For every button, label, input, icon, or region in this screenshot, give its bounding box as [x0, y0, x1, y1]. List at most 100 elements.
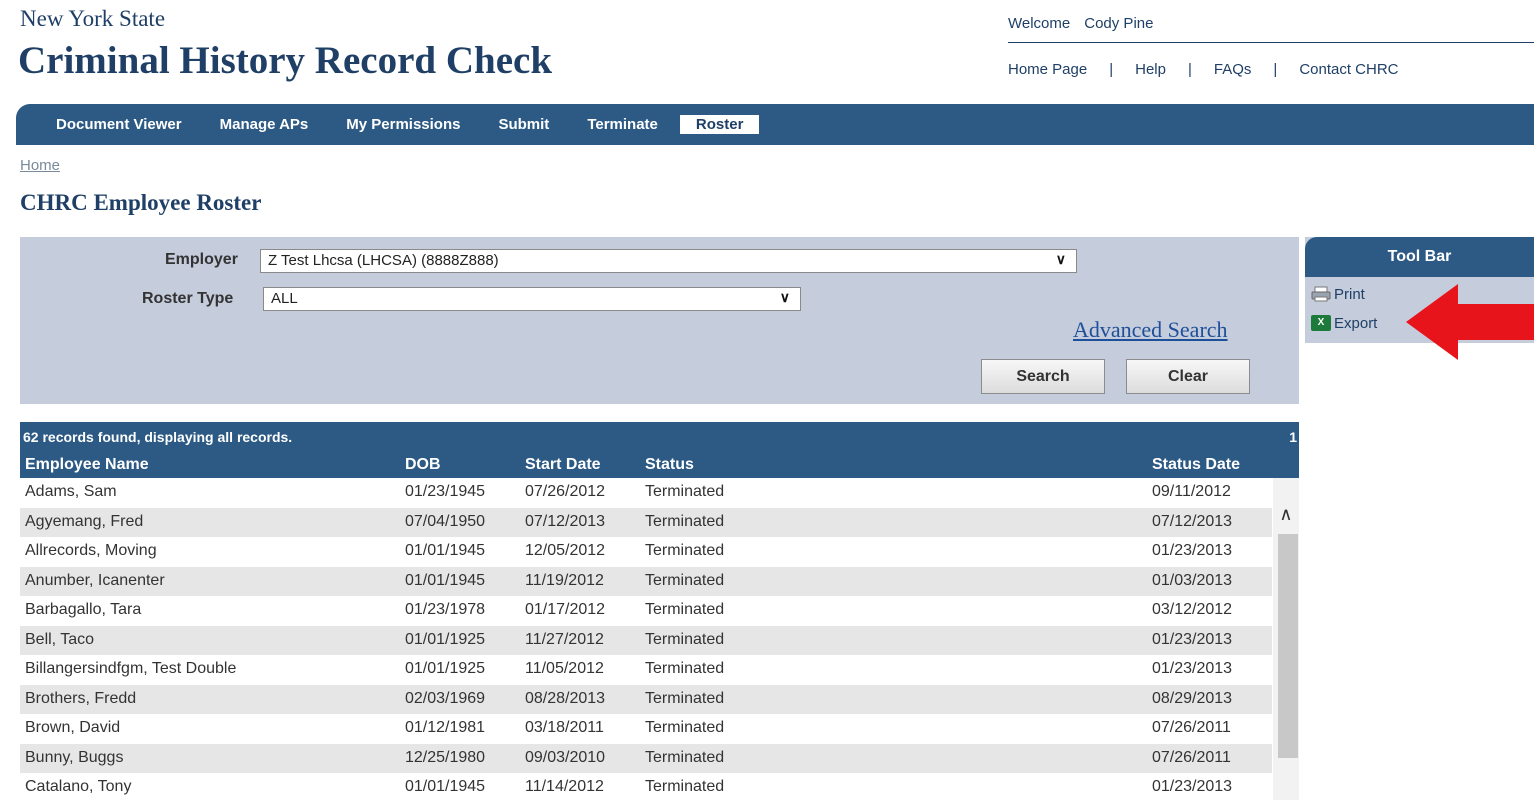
page-title: CHRC Employee Roster [20, 190, 262, 215]
employee-name: Agyemang, Fred [25, 512, 144, 530]
status-date: 09/11/2012 [1152, 483, 1231, 500]
table-row[interactable]: Catalano, Tony 01/01/1945 11/14/2012 Ter… [20, 773, 1272, 800]
dob: 01/12/1981 [405, 719, 486, 736]
col-status[interactable]: Status [645, 456, 694, 474]
search-button[interactable]: Search [981, 359, 1105, 394]
table-row[interactable]: Billangersindfgm, Test Double 01/01/1925… [20, 655, 1272, 685]
scroll-thumb[interactable] [1278, 534, 1298, 758]
top-links: Home Page | Help | FAQs | Contact CHRC [1008, 61, 1399, 78]
link-separator: | [1109, 61, 1114, 78]
nav-submit[interactable]: Submit [498, 116, 549, 133]
header-divider [1008, 42, 1534, 43]
employer-value: Z Test Lhcsa (LHCSA) (8888Z888) [268, 252, 499, 269]
roster-type-select[interactable]: ALL ∨ [263, 287, 801, 311]
employer-select[interactable]: Z Test Lhcsa (LHCSA) (8888Z888) ∨ [260, 249, 1077, 273]
start-date: 09/03/2010 [525, 748, 606, 766]
print-label: Print [1334, 285, 1365, 303]
table-row[interactable]: Anumber, Icanenter 01/01/1945 11/19/2012… [20, 566, 1272, 596]
search-panel: Employer Z Test Lhcsa (LHCSA) (8888Z888)… [20, 237, 1299, 404]
advanced-search-link[interactable]: Advanced Search [1073, 317, 1228, 343]
status-date: 01/23/2013 [1152, 542, 1233, 559]
link-separator: | [1273, 61, 1278, 78]
status: Terminated [645, 778, 725, 795]
employee-name: Anumber, Icanenter [25, 571, 165, 589]
nav-roster[interactable]: Roster [679, 115, 760, 134]
status: Terminated [645, 748, 725, 766]
home-page-link[interactable]: Home Page [1008, 61, 1087, 78]
start-date: 01/17/2012 [525, 601, 606, 618]
dob: 01/01/1945 [405, 778, 486, 795]
col-employee-name[interactable]: Employee Name [25, 456, 149, 474]
employee-name: Catalano, Tony [25, 778, 132, 795]
user-name: Cody Pine [1084, 15, 1154, 32]
start-date: 07/12/2013 [525, 512, 606, 530]
table-row[interactable]: Agyemang, Fred 07/04/1950 07/12/2013 Ter… [20, 507, 1272, 537]
status: Terminated [645, 630, 725, 648]
status: Terminated [645, 483, 725, 500]
main-nav: Document Viewer Manage APs My Permission… [16, 104, 1534, 145]
state-name: New York State [20, 6, 166, 31]
employee-name: Adams, Sam [25, 483, 117, 500]
export-link[interactable]: X Export [1310, 314, 1377, 332]
excel-icon-letter: X [1311, 315, 1331, 331]
roster-type-value: ALL [271, 290, 298, 307]
red-arrow-annotation [1406, 284, 1534, 360]
print-link[interactable]: Print [1310, 285, 1365, 303]
status-date: 07/26/2011 [1152, 748, 1231, 766]
table-scrollbar[interactable]: ∧ [1273, 478, 1299, 800]
table-row[interactable]: Bell, Taco 01/01/1925 11/27/2012 Termina… [20, 625, 1272, 655]
status: Terminated [645, 542, 725, 559]
welcome-label: Welcome [1008, 15, 1071, 32]
employee-name: Brothers, Fredd [25, 689, 137, 707]
faqs-link[interactable]: FAQs [1214, 61, 1252, 78]
results-summary: 62 records found, displaying all records… [23, 429, 293, 445]
start-date: 11/14/2012 [525, 778, 604, 795]
excel-icon: X [1310, 314, 1332, 332]
dob: 01/23/1945 [405, 483, 486, 500]
roster-type-label: Roster Type [142, 290, 234, 307]
col-status-date[interactable]: Status Date [1152, 456, 1240, 474]
start-date: 11/19/2012 [525, 571, 604, 589]
welcome-message: Welcome Cody Pine [1008, 15, 1153, 32]
help-link[interactable]: Help [1135, 61, 1166, 78]
col-start-date[interactable]: Start Date [525, 456, 601, 474]
employee-name: Barbagallo, Tara [25, 601, 142, 618]
col-dob[interactable]: DOB [405, 456, 441, 474]
results-table: 62 records found, displaying all records… [20, 422, 1299, 800]
table-row[interactable]: Adams, Sam 01/23/1945 07/26/2012 Termina… [20, 478, 1272, 508]
dob: 01/01/1945 [405, 542, 486, 559]
scroll-up-icon[interactable]: ∧ [1273, 504, 1299, 534]
nav-my-permissions[interactable]: My Permissions [346, 116, 460, 133]
page-number[interactable]: 1 [1289, 422, 1297, 452]
status-date: 01/03/2013 [1152, 571, 1233, 589]
start-date: 11/27/2012 [525, 630, 604, 648]
nav-manage-aps[interactable]: Manage APs [220, 116, 309, 133]
employee-name: Brown, David [25, 719, 121, 736]
start-date: 11/05/2012 [525, 660, 604, 677]
start-date: 07/26/2012 [525, 483, 606, 500]
dob: 12/25/1980 [405, 748, 486, 766]
table-row[interactable]: Bunny, Buggs 12/25/1980 09/03/2010 Termi… [20, 743, 1272, 773]
table-body: Adams, Sam 01/23/1945 07/26/2012 Termina… [20, 478, 1299, 800]
nav-document-viewer[interactable]: Document Viewer [56, 116, 182, 133]
table-row[interactable]: Barbagallo, Tara 01/23/1978 01/17/2012 T… [20, 596, 1272, 626]
tool-bar-title: Tool Bar [1305, 237, 1534, 277]
nav-terminate[interactable]: Terminate [587, 116, 658, 133]
employer-label: Employer [165, 251, 238, 268]
table-header: Employee Name DOB Start Date Status Stat… [20, 452, 1299, 478]
dob: 02/03/1969 [405, 689, 486, 707]
dob: 01/01/1925 [405, 630, 486, 648]
clear-button[interactable]: Clear [1126, 359, 1250, 394]
employee-name: Bunny, Buggs [25, 748, 124, 766]
table-row[interactable]: Allrecords, Moving 01/01/1945 12/05/2012… [20, 537, 1272, 567]
status: Terminated [645, 689, 725, 707]
employee-name: Allrecords, Moving [25, 542, 157, 559]
chevron-down-icon: ∨ [1055, 251, 1066, 267]
table-row[interactable]: Brown, David 01/12/1981 03/18/2011 Termi… [20, 714, 1272, 744]
start-date: 12/05/2012 [525, 542, 606, 559]
breadcrumb-home[interactable]: Home [20, 157, 60, 174]
employee-name: Bell, Taco [25, 630, 95, 648]
contact-chrc-link[interactable]: Contact CHRC [1299, 61, 1398, 78]
table-row[interactable]: Brothers, Fredd 02/03/1969 08/28/2013 Te… [20, 684, 1272, 714]
dob: 01/01/1925 [405, 660, 486, 677]
